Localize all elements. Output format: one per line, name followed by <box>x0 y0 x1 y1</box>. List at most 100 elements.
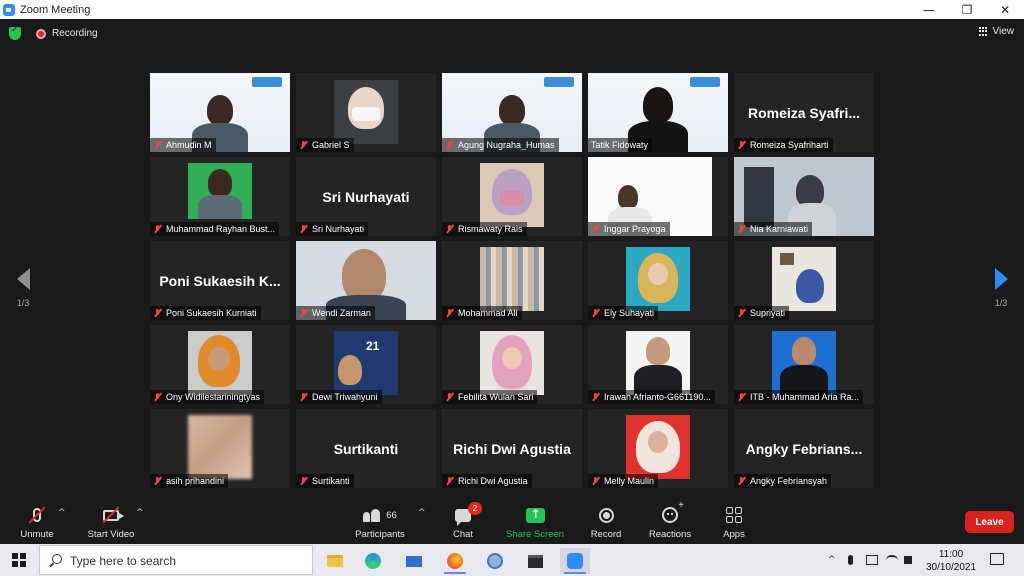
restore-button[interactable]: ❐ <box>948 0 986 19</box>
taskbar-search[interactable] <box>39 545 313 575</box>
minimize-button[interactable]: — <box>910 0 948 19</box>
participant-tile[interactable]: Mohammad Ali <box>442 241 582 320</box>
participant-name-label: Ony Widilestariningtyas <box>150 390 265 404</box>
participant-tile[interactable]: Surtikanti Surtikanti <box>296 409 436 488</box>
participant-tile[interactable]: Sri Nurhayati Sri Nurhayati <box>296 157 436 236</box>
participant-name-label: Muhammad Rayhan Bust... <box>150 222 280 236</box>
chat-button[interactable]: 2 Chat <box>446 502 482 540</box>
windows-start-icon[interactable] <box>12 553 26 567</box>
participant-tile[interactable]: Gabriel S <box>296 73 436 152</box>
taskbar-clock[interactable]: 11:00 30/10/2021 <box>918 548 984 574</box>
participant-name: Romeiza Syafriharti <box>750 140 829 150</box>
participant-tile[interactable]: Inggar Prayoga <box>588 157 728 236</box>
page-indicator-left: 1/3 <box>16 298 30 308</box>
muted-microphone-icon <box>299 224 308 234</box>
participant-tile[interactable]: Rismawaty Rais <box>442 157 582 236</box>
page-indicator-right: 1/3 <box>994 298 1008 308</box>
video-options-caret-icon[interactable]: ^ <box>136 508 144 518</box>
participant-tile[interactable]: Febilita Wulan Sari <box>442 325 582 404</box>
participant-tile[interactable]: Agung Nugraha_Humas <box>442 73 582 152</box>
leave-button[interactable]: Leave <box>965 511 1014 533</box>
meeting-toolbar: Unmute ^ Start Video ^ 66 Participants ^… <box>0 500 1024 544</box>
participant-tile[interactable]: ITB - Muhammad Aria Ra... <box>734 325 874 404</box>
participant-tile[interactable]: Wendi Zarman <box>296 241 436 320</box>
microphone-tray-icon[interactable] <box>848 544 853 576</box>
participant-tile[interactable]: Romeiza Syafri... Romeiza Syafriharti <box>734 73 874 152</box>
apps-icon <box>726 507 742 523</box>
taskbar-search-input[interactable] <box>70 552 300 570</box>
participant-display-name: Sri Nurhayati <box>322 189 410 205</box>
participant-tile[interactable]: Irawan Afrianto-G661190... <box>588 325 728 404</box>
participant-name: Surtikanti <box>312 476 350 486</box>
participant-tile[interactable]: asih prihandini <box>150 409 290 488</box>
muted-microphone-icon <box>737 476 746 486</box>
muted-microphone-icon <box>445 308 454 318</box>
audio-options-caret-icon[interactable]: ^ <box>58 508 66 518</box>
participant-name: Poni Sukaesih Kurniati <box>166 308 257 318</box>
previous-page-button[interactable]: 1/3 <box>13 268 33 308</box>
participant-name: asih prihandini <box>166 476 225 486</box>
participant-name: Muhammad Rayhan Bust... <box>166 224 276 234</box>
muted-microphone-icon <box>591 476 600 486</box>
participant-name: Wendi Zarman <box>312 308 371 318</box>
start-video-button[interactable]: Start Video <box>82 504 140 540</box>
participant-name-label: asih prihandini <box>150 474 229 488</box>
show-hidden-icons-chevron-icon[interactable]: ^ <box>828 544 836 576</box>
encryption-shield-icon[interactable] <box>9 25 21 40</box>
zoom-meeting-window: Zoom Meeting — ❐ ✕ Recording View 1/3 1/… <box>0 0 1024 576</box>
reactions-label: Reactions <box>648 529 692 540</box>
participant-name-label: Supriyati <box>734 306 790 320</box>
view-button[interactable]: View <box>978 26 1014 37</box>
participant-tile[interactable]: Ony Widilestariningtyas <box>150 325 290 404</box>
firefox-icon[interactable] <box>440 548 470 574</box>
participants-count: 66 <box>386 509 397 521</box>
search-icon <box>52 554 62 564</box>
participant-tile[interactable]: Tatik Fidowaty <box>588 73 728 152</box>
participant-tile[interactable]: Richi Dwi Agustia Richi Dwi Agustia <box>442 409 582 488</box>
participant-tile[interactable]: Ely Suhayati <box>588 241 728 320</box>
apps-button[interactable]: Apps <box>718 504 750 540</box>
participant-name-label: Poni Sukaesih Kurniati <box>150 306 261 320</box>
share-screen-button[interactable]: Share Screen <box>502 504 568 541</box>
participant-tile[interactable]: Angky Febrians... Angky Febriansyah <box>734 409 874 488</box>
wifi-icon[interactable] <box>886 544 898 576</box>
close-button[interactable]: ✕ <box>986 0 1024 19</box>
notifications-icon[interactable] <box>990 553 1004 565</box>
participant-tile[interactable]: Poni Sukaesih K... Poni Sukaesih Kurniati <box>150 241 290 320</box>
participant-name-label: Melly Maulin <box>588 474 659 488</box>
start-video-label: Start Video <box>87 529 135 540</box>
reactions-icon <box>662 500 684 523</box>
participant-name: Melly Maulin <box>604 476 655 486</box>
participants-caret-icon[interactable]: ^ <box>418 508 426 518</box>
volume-icon[interactable] <box>904 544 912 576</box>
mail-icon[interactable] <box>399 548 429 574</box>
participant-tile[interactable]: Melly Maulin <box>588 409 728 488</box>
file-explorer-icon[interactable] <box>320 548 350 574</box>
participant-name: Gabriel S <box>312 140 350 150</box>
grid-view-icon <box>978 26 989 37</box>
share-screen-icon <box>525 507 545 523</box>
app-icon[interactable] <box>480 548 510 574</box>
participant-name-label: Ely Suhayati <box>588 306 659 320</box>
zoom-taskbar-icon[interactable] <box>560 548 590 574</box>
participant-name: ITB - Muhammad Aria Ra... <box>750 392 860 402</box>
participant-name-label: Romeiza Syafriharti <box>734 138 833 152</box>
tray-app-icon[interactable] <box>866 544 878 576</box>
participant-tile[interactable]: Nia Karniawati <box>734 157 874 236</box>
record-button[interactable]: Record <box>586 504 626 540</box>
edge-browser-icon[interactable] <box>358 548 388 574</box>
participant-tile[interactable]: 21 Dewi Triwahyuni <box>296 325 436 404</box>
arrow-left-icon <box>16 268 30 290</box>
unmute-button[interactable]: Unmute <box>14 504 60 540</box>
muted-microphone-icon <box>591 308 600 318</box>
participants-button[interactable]: 66 Participants <box>350 504 410 540</box>
participant-tile[interactable]: Ahmudin M <box>150 73 290 152</box>
next-page-button[interactable]: 1/3 <box>991 268 1011 308</box>
participant-name-label: Mohammad Ali <box>442 306 522 320</box>
muted-microphone-icon <box>153 476 162 486</box>
clock-date: 30/10/2021 <box>925 562 977 573</box>
reactions-button[interactable]: Reactions <box>645 500 695 540</box>
participant-tile[interactable]: Muhammad Rayhan Bust... <box>150 157 290 236</box>
store-icon[interactable] <box>520 548 550 574</box>
participant-tile[interactable]: Supriyati <box>734 241 874 320</box>
